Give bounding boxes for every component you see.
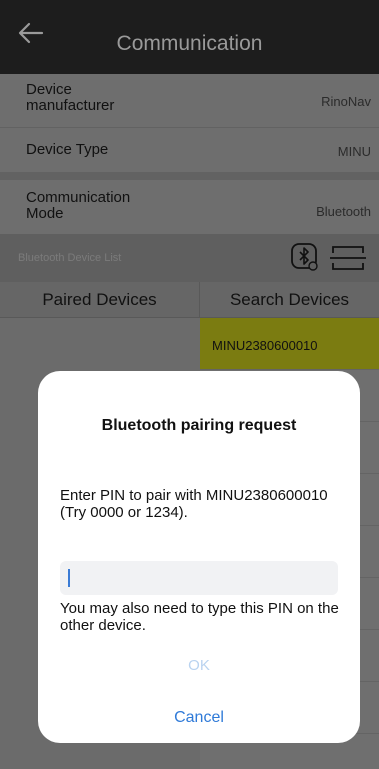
device-list-bar: Bluetooth Device List [0,234,379,282]
device-type-value: MINU [337,144,371,159]
tab-paired-devices[interactable]: Paired Devices [0,282,200,318]
manufacturer-value: RinoNav [321,94,371,109]
text-cursor [68,569,70,587]
manufacturer-label: Device manufacturer [26,81,115,114]
scan-icon[interactable] [330,244,366,272]
bluetooth-settings-icon[interactable] [290,242,320,272]
dialog-message: Enter PIN to pair with MINU2380600010 (T… [60,487,328,521]
dialog-hint: You may also need to type this PIN on th… [60,600,339,634]
manufacturer-row[interactable]: Device manufacturer RinoNav [0,74,379,128]
pairing-dialog: Bluetooth pairing request Enter PIN to p… [38,371,360,743]
device-type-label: Device Type [26,141,109,158]
device-type-row[interactable]: Device Type MINU [0,128,379,172]
cancel-button[interactable]: Cancel [38,703,360,733]
tab-search-devices[interactable]: Search Devices [200,282,379,318]
page-title: Communication [116,32,263,55]
list-item[interactable]: MINU2380600010 [200,318,379,370]
device-list-label: Bluetooth Device List [18,252,122,264]
communication-mode-value: Bluetooth [316,204,371,219]
device-tabs: Paired Devices Search Devices [0,282,379,318]
section-divider [0,172,379,180]
device-name: MINU2380600010 [212,338,318,353]
dialog-title: Bluetooth pairing request [101,417,297,434]
communication-mode-label: Communication Mode [26,189,131,222]
app-header: Communication [0,0,379,74]
pin-input[interactable] [60,561,338,595]
communication-mode-row[interactable]: Communication Mode Bluetooth [0,180,379,234]
ok-button[interactable]: OK [38,651,360,681]
